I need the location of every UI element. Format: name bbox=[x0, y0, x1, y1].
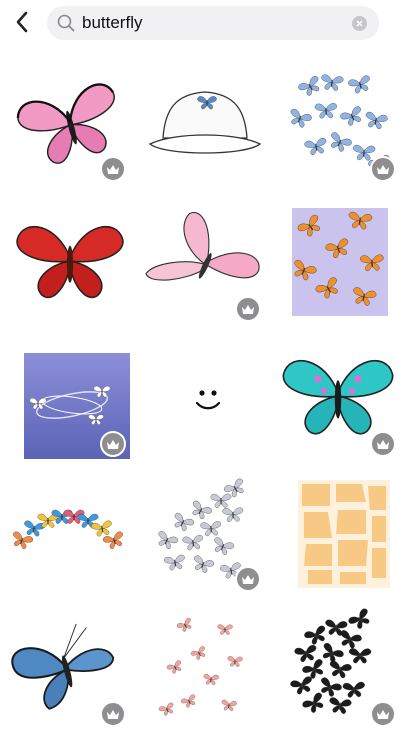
premium-badge bbox=[100, 701, 126, 727]
sticker-peach-giraffe-pattern[interactable] bbox=[280, 470, 400, 595]
sticker-image bbox=[298, 480, 390, 588]
crown-icon bbox=[377, 164, 389, 174]
premium-badge bbox=[100, 156, 126, 182]
crown-icon bbox=[377, 439, 389, 449]
search-input[interactable] bbox=[82, 6, 344, 40]
sticker-purple-gradient-butterfly-orbit[interactable] bbox=[10, 335, 130, 460]
crown-icon bbox=[242, 574, 254, 584]
crown-icon bbox=[107, 164, 119, 174]
premium-badge bbox=[370, 156, 396, 182]
sticker-grey-butterfly-swarm[interactable] bbox=[145, 470, 265, 595]
sticker-red-butterfly[interactable] bbox=[10, 200, 130, 325]
crown-icon bbox=[242, 304, 254, 314]
sticker-image bbox=[148, 91, 262, 154]
sticker-image bbox=[16, 225, 124, 299]
sticker-black-butterfly-swarm[interactable] bbox=[280, 605, 400, 730]
clear-search-button[interactable] bbox=[352, 16, 367, 31]
chevron-left-icon bbox=[16, 11, 28, 33]
premium-badge bbox=[235, 296, 261, 322]
search-bar[interactable] bbox=[47, 6, 379, 40]
sticker-image bbox=[13, 509, 123, 549]
sticker-blue-swallowtail-butterfly[interactable] bbox=[10, 605, 130, 730]
sticker-teal-pink-butterfly[interactable] bbox=[280, 335, 400, 460]
sticker-blue-butterfly-swarm[interactable] bbox=[280, 60, 400, 185]
sticker-image bbox=[158, 618, 243, 716]
sticker-pink-monarch-butterfly[interactable] bbox=[10, 60, 130, 185]
search-icon bbox=[57, 14, 75, 32]
crown-icon bbox=[377, 709, 389, 719]
search-header bbox=[0, 0, 406, 46]
sticker-image bbox=[292, 208, 388, 316]
clear-icon bbox=[356, 20, 363, 27]
sticker-pink-butterfly-scatter[interactable] bbox=[145, 605, 265, 730]
sticker-smiley-face[interactable] bbox=[145, 335, 265, 460]
premium-badge bbox=[370, 431, 396, 457]
crown-icon bbox=[107, 439, 119, 449]
back-button[interactable] bbox=[8, 8, 36, 36]
sticker-white-bucket-hat-with-butterfly[interactable] bbox=[145, 60, 265, 185]
premium-badge bbox=[235, 566, 261, 592]
sticker-image bbox=[195, 390, 221, 410]
sticker-orange-butterflies-lavender-pattern[interactable] bbox=[280, 200, 400, 325]
sticker-colorful-butterfly-crown[interactable] bbox=[10, 470, 130, 595]
premium-badge bbox=[370, 701, 396, 727]
crown-icon bbox=[107, 709, 119, 719]
premium-badge bbox=[100, 431, 126, 457]
sticker-pink-flying-butterfly[interactable] bbox=[145, 200, 265, 325]
